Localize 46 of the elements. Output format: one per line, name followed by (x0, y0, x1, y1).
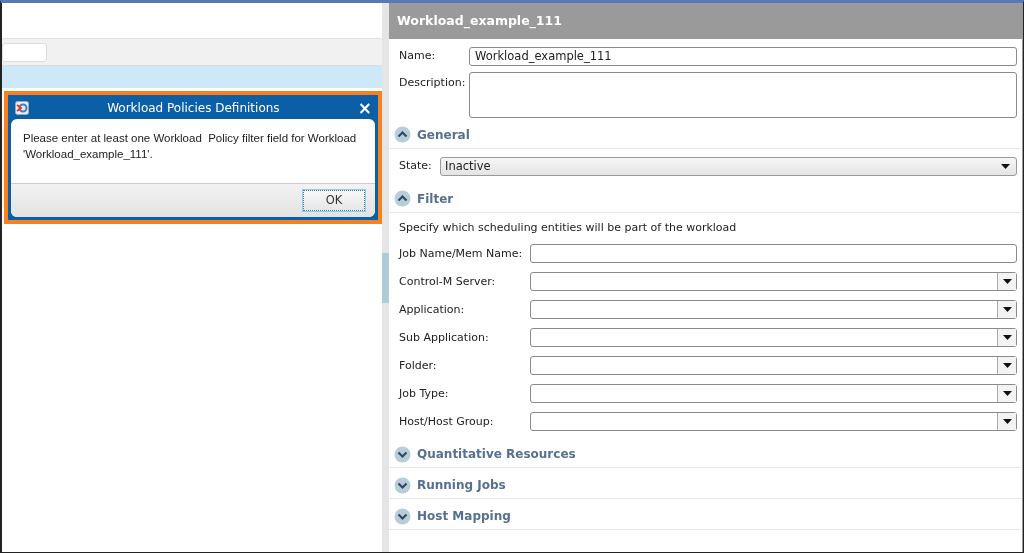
field-label: Folder: (399, 357, 438, 374)
error-message: Please enter at least one Workload Policy filter field for Workload 'Workload_example_111'. (22, 131, 358, 163)
description-field[interactable] (469, 71, 1017, 118)
field-label: Job Name/Mem Name: (399, 245, 524, 262)
dropdown-field[interactable] (530, 384, 1017, 404)
dropdown-arrow-icon[interactable] (1002, 307, 1012, 313)
field-label: Sub Application: (399, 329, 490, 346)
dropdown-arrow-icon[interactable] (1002, 335, 1012, 341)
section-title[interactable]: General (417, 125, 470, 144)
expand-icon[interactable] (394, 445, 411, 463)
ok-button[interactable]: OK (303, 190, 365, 211)
field-label: Control-M Server: (399, 273, 497, 290)
name-field[interactable]: Workload_example_111 (469, 46, 1017, 66)
close-button[interactable]: × (357, 99, 372, 117)
panel-collapse-handle[interactable] (382, 252, 389, 303)
field-label: Description: (399, 74, 467, 91)
dropdown-field[interactable] (530, 356, 1017, 376)
dropdown-field[interactable] (530, 328, 1017, 348)
search-field[interactable] (2, 42, 47, 62)
text-field[interactable] (530, 244, 1017, 264)
collapse-icon[interactable] (394, 126, 411, 144)
section-description: Specify which scheduling entities will be part of the workload (398, 219, 738, 236)
dropdown-arrow-icon (1001, 163, 1010, 169)
field-label: Application: (399, 301, 466, 318)
section-title[interactable]: Host Mapping (417, 507, 511, 526)
dropdown-arrow-icon[interactable] (1002, 363, 1012, 369)
section-title[interactable]: Running Jobs (417, 476, 506, 495)
panel-title: Workload_example_111 (389, 3, 1022, 39)
section-title[interactable]: Quantitative Resources (417, 445, 576, 464)
field-label: State: (399, 158, 433, 174)
state-dropdown[interactable]: Inactive (440, 156, 1017, 176)
expand-icon[interactable] (394, 507, 411, 525)
app-icon (15, 101, 29, 115)
field-label: Name: (399, 48, 437, 64)
expand-icon[interactable] (394, 476, 411, 494)
dialog-title: Workload Policies Definitions (106, 100, 281, 117)
dropdown-field[interactable] (530, 272, 1017, 292)
dropdown-field[interactable] (530, 300, 1017, 320)
collapse-icon[interactable] (394, 190, 411, 208)
dropdown-field[interactable] (530, 412, 1017, 432)
field-label: Job Type: (399, 385, 450, 402)
dropdown-arrow-icon[interactable] (1002, 391, 1012, 397)
field-label: Host/Host Group: (399, 413, 495, 430)
dropdown-arrow-icon[interactable] (1002, 419, 1012, 425)
dropdown-arrow-icon[interactable] (1002, 279, 1012, 285)
section-title[interactable]: Filter (417, 189, 454, 208)
